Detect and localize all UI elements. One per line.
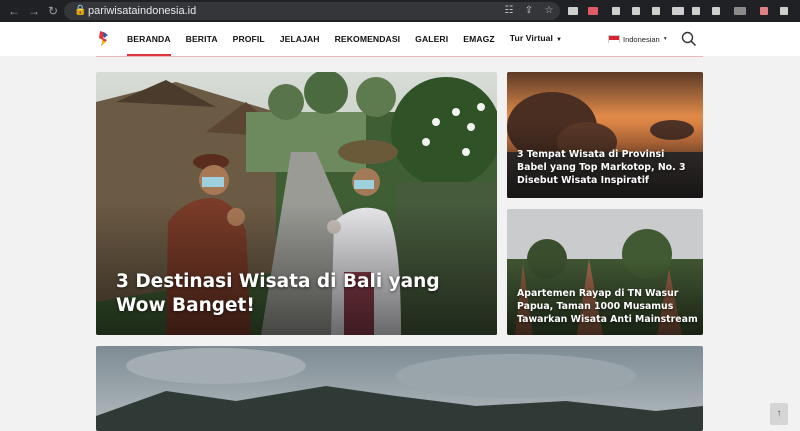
bookmark-star-icon[interactable]: ☆: [542, 4, 556, 18]
article-card-wasur[interactable]: Apartemen Rayap di TN Wasur Papua, Taman…: [507, 209, 703, 335]
article-image-mountain: [96, 346, 703, 431]
menu-item-emagz[interactable]: EMAGZ: [463, 22, 495, 56]
browser-toolbar: ← → ↻ 🔒 pariwisataindonesia.id ☷ ⇪ ☆: [0, 0, 800, 22]
address-bar[interactable]: 🔒 pariwisataindonesia.id ☷ ⇪ ☆: [64, 2, 560, 20]
site-header: BERANDA BERITA PROFIL JELAJAH REKOMENDAS…: [0, 22, 800, 56]
main-menu: BERANDA BERITA PROFIL JELAJAH REKOMENDAS…: [127, 22, 577, 56]
translate-icon[interactable]: ☷: [502, 4, 516, 18]
reload-icon[interactable]: ↻: [45, 3, 61, 19]
article-title-babel[interactable]: 3 Tempat Wisata di Provinsi Babel yang T…: [517, 148, 697, 187]
extension-icon[interactable]: [712, 7, 720, 15]
menu-item-beranda[interactable]: BERANDA: [127, 22, 171, 56]
menu-item-rekomendasi[interactable]: REKOMENDASI: [335, 22, 401, 56]
indonesia-flag-icon: [608, 35, 620, 44]
language-selector[interactable]: Indonesian ▼: [608, 33, 668, 45]
article-card-wide[interactable]: [96, 346, 703, 431]
menu-item-tur-virtual-label: Tur Virtual: [509, 33, 554, 43]
extension-icon[interactable]: [760, 7, 768, 15]
lock-icon: 🔒: [74, 5, 87, 16]
menu-item-tur-virtual[interactable]: Tur Virtual ▼: [510, 21, 562, 57]
language-label: Indonesian: [623, 34, 660, 44]
menu-item-profil[interactable]: PROFIL: [233, 22, 265, 56]
featured-article-card[interactable]: 3 Destinasi Wisata di Bali yang Wow Bang…: [96, 72, 497, 335]
back-icon[interactable]: ←: [6, 3, 22, 19]
article-title-wasur[interactable]: Apartemen Rayap di TN Wasur Papua, Taman…: [517, 287, 699, 326]
extension-icon[interactable]: [652, 7, 660, 15]
profile-avatar[interactable]: [734, 7, 746, 15]
menu-item-galeri[interactable]: GALERI: [415, 22, 448, 56]
extension-icon[interactable]: [612, 7, 620, 15]
scroll-to-top-button[interactable]: ↑: [770, 403, 788, 425]
chevron-down-icon: ▼: [556, 37, 563, 43]
chevron-down-icon: ▼: [662, 36, 668, 42]
site-logo[interactable]: [98, 30, 110, 47]
share-icon[interactable]: ⇪: [522, 4, 536, 18]
extension-icon[interactable]: [692, 7, 700, 15]
forward-icon[interactable]: →: [26, 3, 42, 19]
extension-icon[interactable]: [568, 7, 578, 15]
menu-kebab-icon[interactable]: [780, 7, 788, 15]
search-icon[interactable]: [681, 31, 697, 47]
article-card-babel[interactable]: 3 Tempat Wisata di Provinsi Babel yang T…: [507, 72, 703, 198]
header-divider: [96, 56, 703, 57]
url-text[interactable]: pariwisataindonesia.id: [88, 5, 196, 17]
extension-icon[interactable]: [672, 7, 684, 15]
menu-item-jelajah[interactable]: JELAJAH: [280, 22, 320, 56]
extension-icon[interactable]: [632, 7, 640, 15]
extension-icon[interactable]: [588, 7, 598, 15]
featured-article-title[interactable]: 3 Destinasi Wisata di Bali yang Wow Bang…: [116, 270, 446, 318]
menu-item-berita[interactable]: BERITA: [186, 22, 218, 56]
